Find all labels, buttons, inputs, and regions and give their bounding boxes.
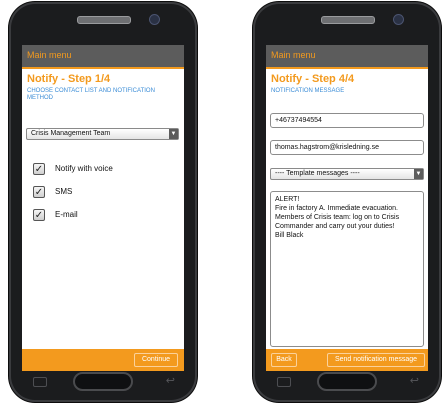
back-arrow-icon[interactable]: ↩ [166,375,175,387]
step-subtitle: CHOOSE CONTACT LIST AND NOTIFICATION MET… [27,88,155,101]
phone-left: Main menu Notify - Step 1/4 CHOOSE CONTA… [9,2,197,402]
accent-divider [266,67,428,69]
recent-apps-icon[interactable] [277,377,291,387]
check-icon: ✓ [34,164,44,175]
recent-apps-icon[interactable] [33,377,47,387]
app-bar: Main menu [266,45,428,67]
home-button[interactable] [317,372,377,391]
home-button[interactable] [73,372,133,391]
phone-number-field[interactable]: +46737494554 [270,113,424,128]
front-camera [393,14,404,25]
message-line: Commander and carry out your duties! [275,223,395,230]
contact-list-select[interactable]: Crisis Management Team ▼ [26,128,179,140]
bottom-bar: Continue [22,349,184,371]
chevron-down-icon: ▼ [169,129,178,139]
app-bar: Main menu [22,45,184,67]
main-menu-label[interactable]: Main menu [271,50,316,60]
speaker-grille [321,16,375,24]
option-label: Notify with voice [55,164,113,173]
step-subtitle: NOTIFICATION MESSAGE [271,88,345,94]
back-arrow-icon[interactable]: ↩ [410,375,419,387]
checkbox-voice[interactable]: ✓ [33,163,45,175]
message-line: Bill Black [275,232,304,239]
option-label: SMS [55,187,73,196]
checkbox-sms[interactable]: ✓ [33,186,45,198]
front-camera [149,14,160,25]
screen-step-4: Main menu Notify - Step 4/4 NOTIFICATION… [266,45,428,371]
message-textarea[interactable]: ALERT! Fire in factory A. Immediate evac… [270,191,424,347]
screen-step-1: Main menu Notify - Step 1/4 CHOOSE CONTA… [22,45,184,371]
hardware-buttons: ↩ [9,370,197,394]
send-notification-button[interactable]: Send notification message [327,353,425,367]
bottom-bar: Back Send notification message [266,349,428,371]
message-line: Members of Crisis team: log on to Crisis [275,214,400,221]
main-menu-label[interactable]: Main menu [27,50,72,60]
message-line: ALERT! [275,196,300,203]
chevron-down-icon: ▼ [414,169,423,179]
phone-right: Main menu Notify - Step 4/4 NOTIFICATION… [253,2,441,402]
hardware-buttons: ↩ [253,370,441,394]
continue-button[interactable]: Continue [134,353,178,367]
template-messages-select[interactable]: ---- Template messages ---- ▼ [270,168,424,180]
contact-list-value: Crisis Management Team [31,130,111,137]
check-icon: ✓ [34,210,44,221]
check-icon: ✓ [34,187,44,198]
step-title: Notify - Step 4/4 [271,73,355,85]
step-title: Notify - Step 1/4 [27,73,111,85]
template-messages-value: ---- Template messages ---- [275,170,360,177]
speaker-grille [77,16,131,24]
back-button[interactable]: Back [271,353,297,367]
email-field[interactable]: thomas.hagstrom@krisledning.se [270,140,424,155]
checkbox-email[interactable]: ✓ [33,209,45,221]
message-line: Fire in factory A. Immediate evacuation. [275,205,398,212]
accent-divider [22,67,184,69]
option-label: E-mail [55,210,78,219]
